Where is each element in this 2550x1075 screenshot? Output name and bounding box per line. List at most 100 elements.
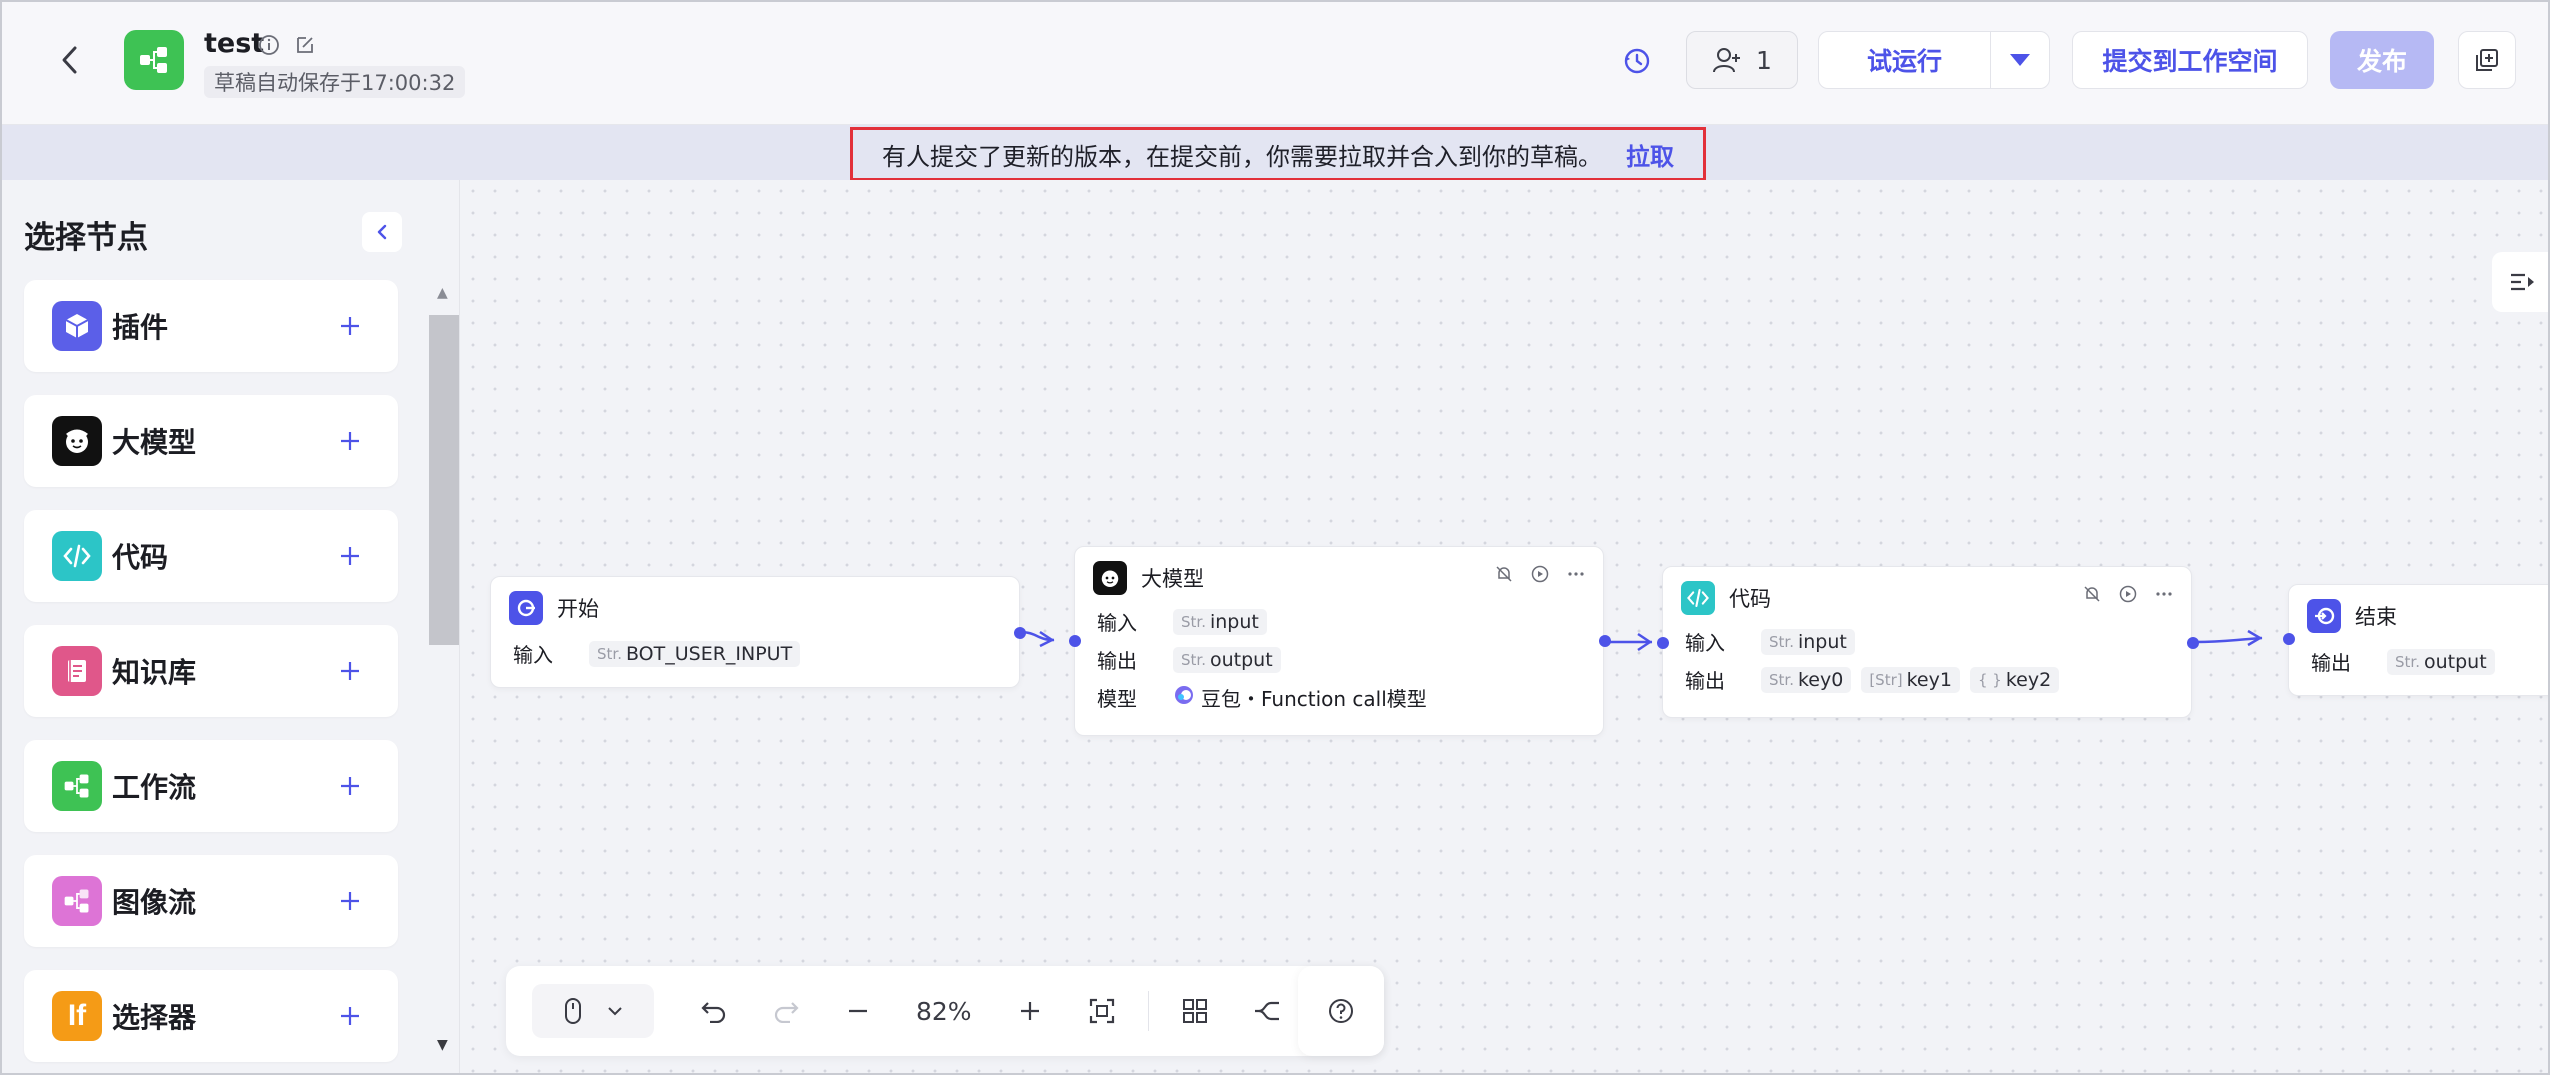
param-tag: Str. key0 — [1761, 666, 1852, 693]
panel-toggle-icon — [2511, 273, 2534, 291]
line-style-button[interactable] — [1243, 987, 1291, 1035]
sidebar-item-plugin[interactable]: 插件 — [24, 280, 398, 372]
param-name: BOT_USER_INPUT — [625, 642, 793, 665]
add-icon[interactable] — [332, 998, 368, 1034]
node-start[interactable]: 开始 输入 Str. BOT_USER_INPUT — [490, 576, 1026, 688]
scroll-thumb[interactable] — [429, 315, 459, 645]
collapse-sidebar-button[interactable] — [362, 212, 402, 252]
output-label: 输出 — [1097, 649, 1137, 673]
sidebar-item-code[interactable]: 代码 — [24, 510, 398, 602]
scroll-up-arrow-icon[interactable]: ▲ — [437, 285, 448, 301]
zoom-out-button[interactable] — [834, 987, 882, 1035]
test-run-button[interactable]: 试运行 — [1819, 32, 1991, 88]
code-icon — [1681, 581, 1715, 615]
type-badge: Str. — [597, 644, 622, 663]
type-badge: Str. — [1181, 612, 1206, 631]
undo-button[interactable] — [690, 987, 738, 1035]
type-badge: Str. — [2395, 652, 2420, 671]
update-notice: 有人提交了更新的版本，在提交前，你需要拉取并合入到你的草稿。 拉取 — [850, 127, 1706, 181]
layout-grid-icon — [1182, 999, 1207, 1023]
node-list: 插件 大模型 代码 知识库 工作流 图像流 If 选择器 — [24, 280, 398, 1073]
input-label: 输入 — [1685, 631, 1725, 655]
node-title: 结束 — [2355, 605, 2397, 629]
redo-icon — [774, 1002, 799, 1023]
bell-off-icon[interactable] — [2083, 585, 2101, 607]
node-end[interactable]: 结束 输出 Str. output — [2283, 584, 2548, 696]
chevron-left-icon — [62, 46, 77, 74]
add-icon[interactable] — [332, 423, 368, 459]
auto-layout-button[interactable] — [1171, 987, 1219, 1035]
zoom-level[interactable]: 82% — [916, 997, 972, 1026]
sidebar-item-workflow[interactable]: 工作流 — [24, 740, 398, 832]
add-icon[interactable] — [332, 883, 368, 919]
selector-icon: If — [52, 991, 102, 1041]
open-panel-button[interactable] — [2492, 252, 2548, 312]
plugin-icon — [52, 301, 102, 351]
collaborators-button[interactable]: 1 — [1686, 31, 1798, 89]
chevron-left-icon — [377, 224, 387, 240]
add-icon[interactable] — [332, 538, 368, 574]
add-icon[interactable] — [332, 768, 368, 804]
input-port[interactable] — [2283, 633, 2295, 645]
output-port[interactable] — [1014, 627, 1026, 639]
add-icon[interactable] — [332, 308, 368, 344]
add-icon[interactable] — [332, 653, 368, 689]
interaction-mode-select[interactable] — [532, 984, 654, 1038]
workflow-editor: test 草稿自动保存于17:00:32 1 试运行 提交到工作空间 发布 有人… — [0, 0, 2550, 1075]
param-tag: { } key2 — [1969, 666, 2060, 693]
sidebar-item-knowledge[interactable]: 知识库 — [24, 625, 398, 717]
play-icon[interactable] — [1531, 565, 1549, 587]
node-code[interactable]: 代码 输入 Str. input 输出 Str. key0 [Str] key1 { … — [1657, 566, 2199, 718]
pull-link[interactable]: 拉取 — [1626, 137, 1674, 172]
output-port[interactable] — [2187, 637, 2199, 649]
duplicate-icon — [2476, 49, 2498, 71]
history-icon — [1624, 48, 1650, 74]
connector-icon — [1254, 1001, 1279, 1021]
info-icon[interactable] — [256, 32, 282, 58]
param-name: input — [1797, 630, 1847, 653]
param-tag: Str. input — [1173, 608, 1267, 635]
param-name: key1 — [1906, 668, 1952, 691]
output-port[interactable] — [1599, 635, 1611, 647]
imageflow-icon — [52, 876, 102, 926]
doubao-model-icon — [1173, 684, 1195, 711]
banner-message: 有人提交了更新的版本，在提交前，你需要拉取并合入到你的草稿。 — [882, 142, 1602, 171]
param-name: key2 — [2005, 668, 2052, 691]
help-button[interactable] — [1298, 966, 1384, 1056]
model-name: 豆包・Function call模型 — [1201, 687, 1427, 711]
edit-icon[interactable] — [292, 32, 318, 58]
sidebar-scrollbar[interactable]: ▲ ▼ — [429, 285, 459, 1065]
type-badge: { } — [1977, 670, 2002, 689]
workflow-canvas[interactable]: 开始 输入 Str. BOT_USER_INPUT 大模型 输入 Str. inpu… — [462, 180, 2548, 1073]
sidebar-item-label: 图像流 — [112, 886, 197, 919]
sidebar-item-label: 知识库 — [112, 656, 197, 689]
fit-view-button[interactable] — [1078, 987, 1126, 1035]
publish-button[interactable]: 发布 — [2330, 31, 2434, 89]
node-sidebar: 选择节点 插件 大模型 代码 知识库 工作流 图像流 If 选择器 ▲ ▼ — [2, 180, 460, 1073]
duplicate-button[interactable] — [2458, 31, 2516, 89]
param-tag: Str. output — [1173, 646, 1281, 673]
output-label: 输出 — [2311, 651, 2351, 675]
more-icon[interactable] — [1567, 565, 1585, 587]
back-button[interactable] — [50, 40, 90, 80]
param-tag: Str. BOT_USER_INPUT — [589, 640, 801, 667]
input-port[interactable] — [1069, 635, 1081, 647]
history-button[interactable] — [1616, 40, 1658, 82]
update-banner: 有人提交了更新的版本，在提交前，你需要拉取并合入到你的草稿。 拉取 — [2, 125, 2548, 181]
input-port[interactable] — [1657, 637, 1669, 649]
node-llm[interactable]: 大模型 输入 Str. input 输出 Str. output 模型 豆包・Fun… — [1069, 546, 1611, 736]
sidebar-item-imageflow[interactable]: 图像流 — [24, 855, 398, 947]
play-icon[interactable] — [2119, 585, 2137, 607]
more-icon[interactable] — [2155, 585, 2173, 607]
submit-to-workspace-button[interactable]: 提交到工作空间 — [2072, 31, 2308, 89]
param-name: output — [1209, 648, 1273, 671]
scroll-down-arrow-icon[interactable]: ▼ — [437, 1037, 448, 1053]
redo-button[interactable] — [762, 987, 810, 1035]
bell-off-icon[interactable] — [1495, 565, 1513, 587]
zoom-in-button[interactable] — [1006, 987, 1054, 1035]
sidebar-item-selector[interactable]: If 选择器 — [24, 970, 398, 1062]
test-run-dropdown[interactable] — [1991, 32, 2049, 88]
type-badge: Str. — [1181, 650, 1206, 669]
sidebar-item-llm[interactable]: 大模型 — [24, 395, 398, 487]
chevron-down-icon — [608, 1007, 622, 1016]
